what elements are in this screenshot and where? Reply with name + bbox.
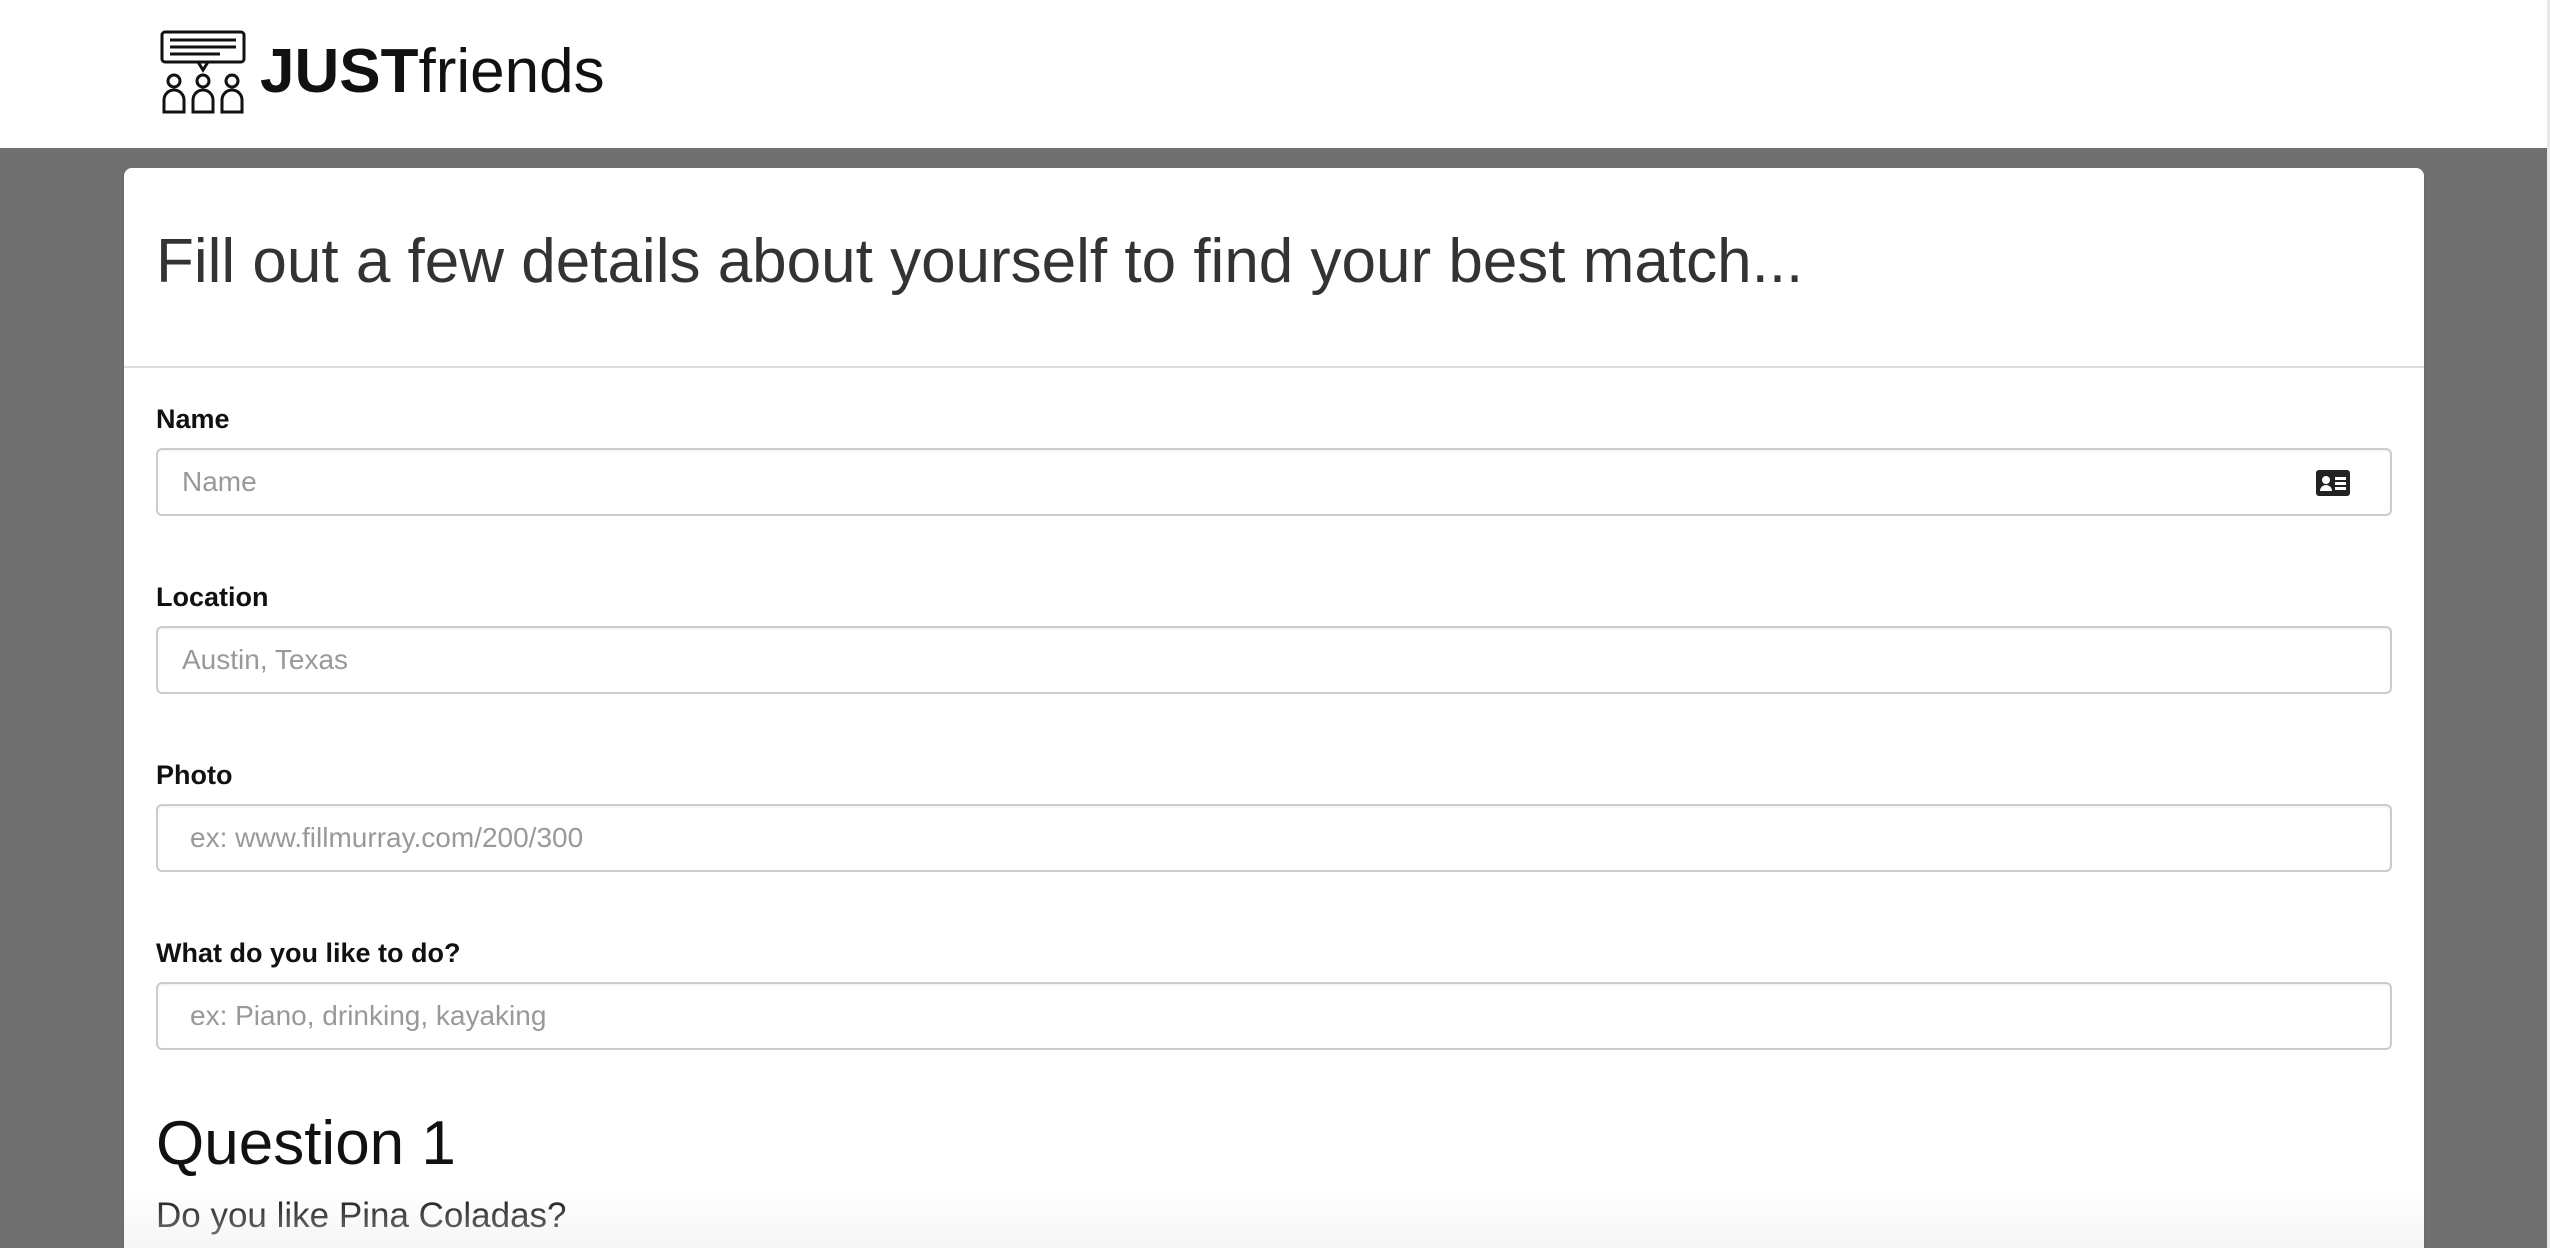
location-field-container — [156, 626, 2392, 694]
photo-field-container — [156, 804, 2392, 872]
brand-name-light: friends — [418, 37, 605, 106]
name-field-container — [156, 448, 2392, 516]
group-chat-icon — [160, 30, 246, 114]
panel-heading: Fill out a few details about yourself to… — [124, 168, 2424, 368]
name-label: Name — [156, 404, 230, 434]
hobbies-field-container — [156, 982, 2392, 1050]
survey-panel: Fill out a few details about yourself to… — [124, 168, 2424, 1248]
top-navbar: JUSTfriends — [0, 0, 2550, 148]
question-1-heading: Question 1 — [156, 1109, 456, 1178]
brand-name-bold: JUST — [260, 37, 419, 106]
question-1-text: Do you like Pina Coladas? — [156, 1196, 567, 1235]
brand-name: JUSTfriends — [260, 41, 605, 103]
id-card-icon — [2316, 470, 2350, 496]
page-title: Fill out a few details about yourself to… — [156, 227, 1804, 296]
location-input[interactable] — [158, 628, 2390, 692]
photo-url-input[interactable] — [158, 806, 2390, 870]
brand-home-link[interactable]: JUSTfriends — [160, 30, 605, 114]
name-input[interactable] — [158, 450, 2390, 514]
location-label: Location — [156, 582, 269, 612]
hobbies-input[interactable] — [158, 984, 2390, 1048]
hobbies-label: What do you like to do? — [156, 938, 461, 968]
photo-label: Photo — [156, 760, 233, 790]
